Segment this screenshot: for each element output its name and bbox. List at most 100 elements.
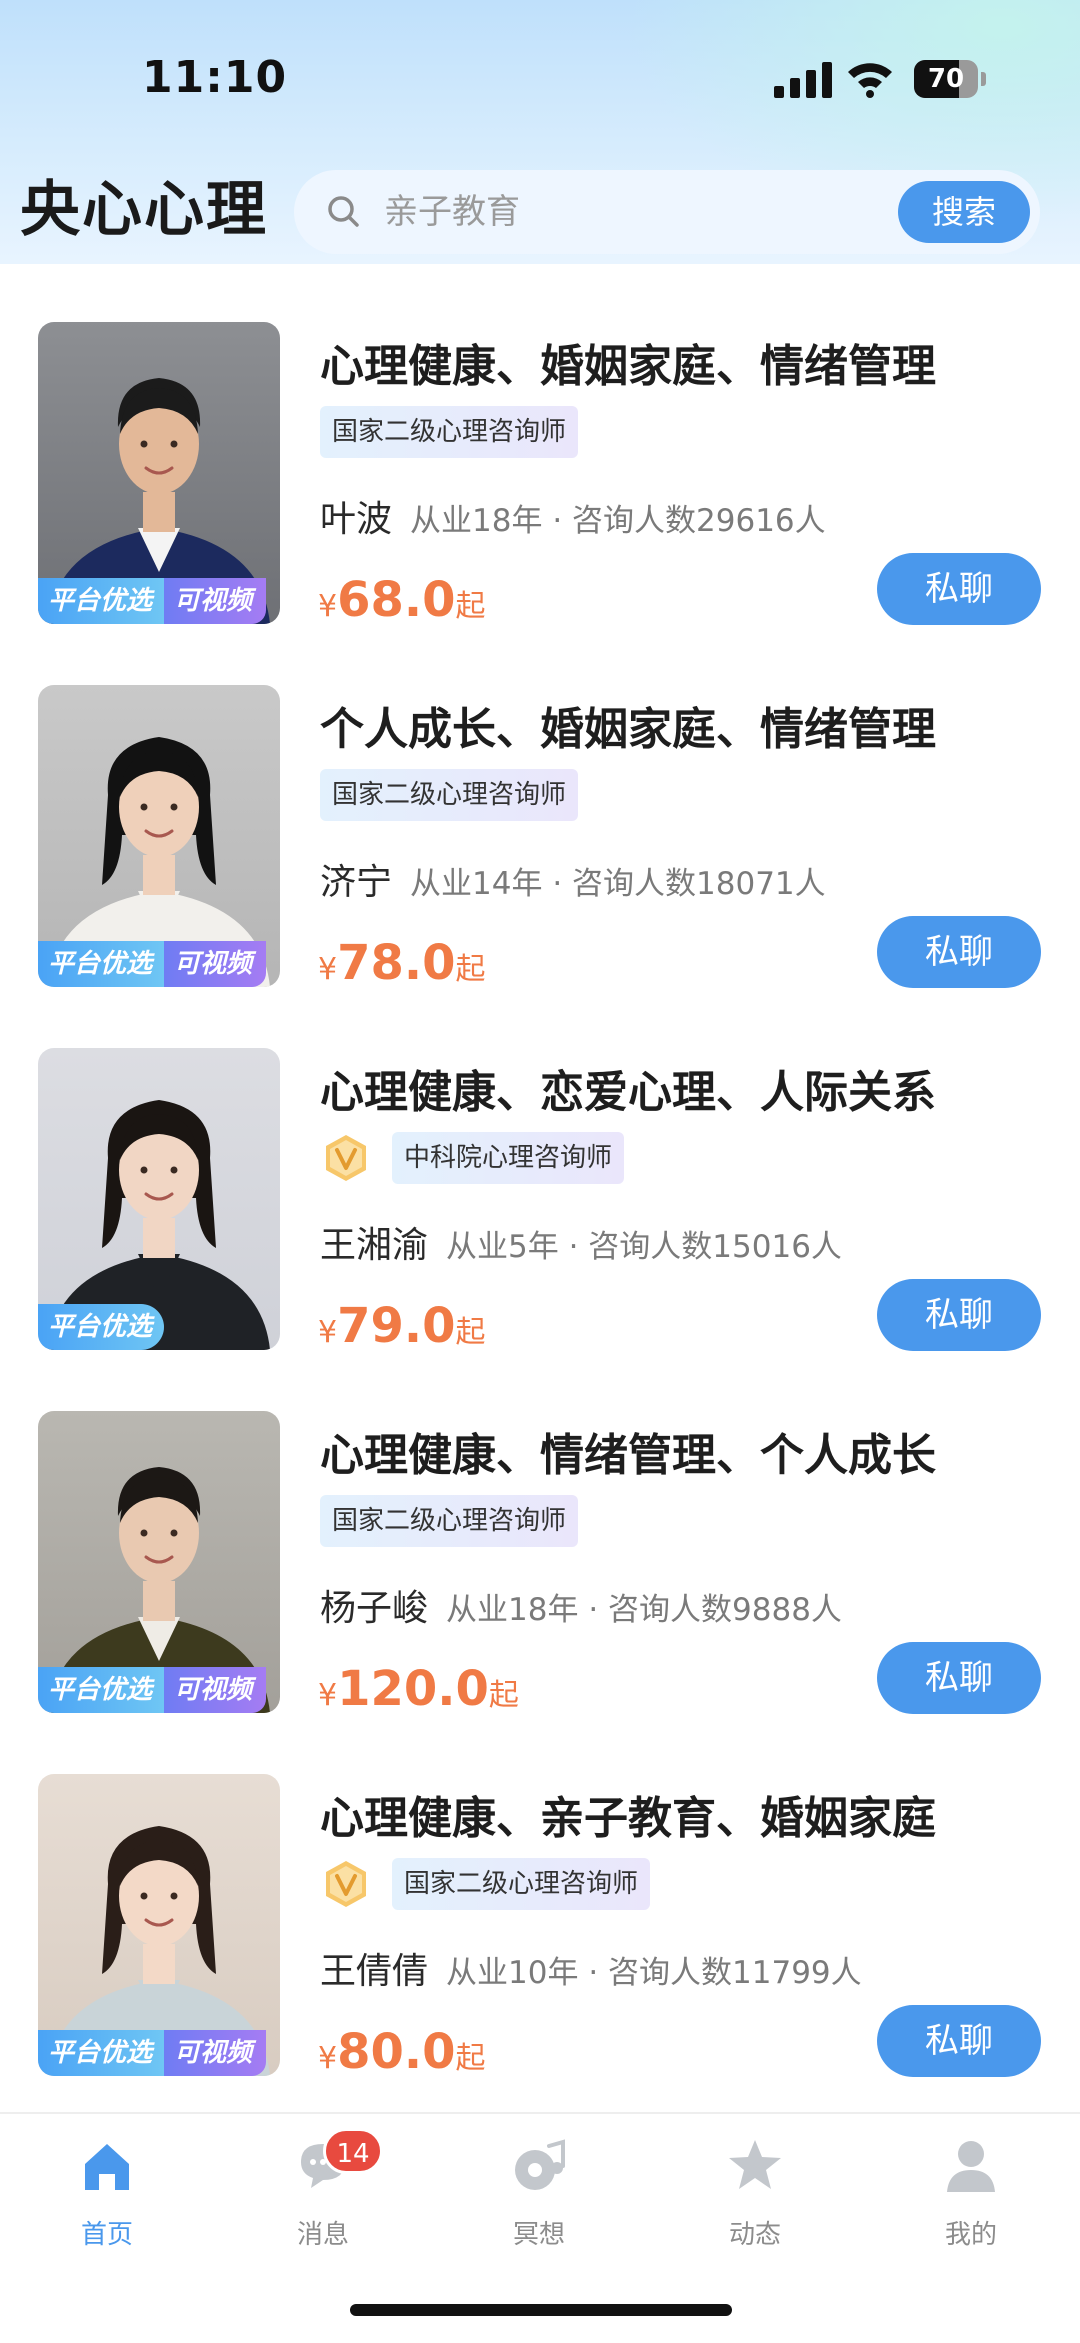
- consultant-specialties: 心理健康、亲子教育、婚姻家庭: [320, 1793, 936, 1844]
- private-chat-button[interactable]: 私聊: [877, 1642, 1041, 1714]
- consultant-experience: 从业10年 · 咨询人数11799人: [446, 1955, 862, 1991]
- consultant-photo[interactable]: 平台优选 可视频: [38, 685, 280, 987]
- price-suffix: 起: [455, 952, 486, 987]
- certificate-row: 国家二级心理咨询师: [320, 1495, 579, 1547]
- cellular-signal-icon: [774, 62, 832, 98]
- consultant-photo[interactable]: 平台优选 可视频: [38, 1411, 280, 1713]
- consultant-info: 王倩倩 从业10年 · 咨询人数11799人: [320, 1942, 862, 1992]
- video-available-badge: 可视频: [164, 1667, 267, 1713]
- video-available-badge: 可视频: [164, 578, 267, 624]
- search-bar[interactable]: 搜索: [294, 170, 1040, 254]
- consultant-photo[interactable]: 平台优选 可视频: [38, 1774, 280, 2076]
- consultant-experience: 从业5年 · 咨询人数15016人: [446, 1229, 842, 1265]
- profile-icon: [941, 2136, 1001, 2196]
- platform-pick-badge: 平台优选: [38, 2030, 165, 2076]
- certificate-row: 国家二级心理咨询师: [320, 1858, 651, 1910]
- consultant-price: ¥ 120.0 起: [318, 1661, 519, 1717]
- certificate-tag: 国家二级心理咨询师: [392, 1858, 651, 1910]
- consultant-card[interactable]: 平台优选 可视频 心理健康、情绪管理、个人成长 国家二级心理咨询师 杨子峻 从业1…: [0, 1353, 1080, 1717]
- consultant-name: 叶波: [320, 499, 393, 540]
- price-value: 79.0: [337, 1298, 456, 1354]
- certificate-tag: 中科院心理咨询师: [392, 1132, 625, 1184]
- consultant-info: 济宁 从业14年 · 咨询人数18071人: [320, 853, 826, 903]
- currency-symbol: ¥: [318, 1678, 338, 1713]
- consultant-card[interactable]: 平台优选 可视频 心理健康、亲子教育、婚姻家庭 国家二级心理咨询师 王倩倩 从业1…: [0, 1716, 1080, 2080]
- consultant-price: ¥ 78.0 起: [318, 935, 486, 991]
- consultant-info: 王湘渝 从业5年 · 咨询人数15016人: [320, 1216, 842, 1266]
- consultant-specialties: 心理健康、情绪管理、个人成长: [320, 1430, 936, 1481]
- meditation-icon: [509, 2136, 569, 2196]
- battery-percent: 70: [927, 64, 965, 94]
- verified-v-icon: [326, 1135, 366, 1181]
- status-time: 11:10: [142, 52, 288, 103]
- consultant-specialties: 心理健康、婚姻家庭、情绪管理: [320, 341, 936, 392]
- search-input[interactable]: [384, 170, 864, 254]
- consultant-name: 杨子峻: [320, 1588, 429, 1629]
- consultant-card[interactable]: 平台优选 心理健康、恋爱心理、人际关系 中科院心理咨询师 王湘渝 从业5年 · …: [0, 990, 1080, 1354]
- verified-v-icon: [326, 1861, 366, 1907]
- private-chat-button[interactable]: 私聊: [877, 553, 1041, 625]
- consultant-specialties: 个人成长、婚姻家庭、情绪管理: [320, 704, 936, 755]
- photo-badges: 平台优选 可视频: [38, 578, 267, 624]
- consultant-experience: 从业14年 · 咨询人数18071人: [410, 866, 826, 902]
- private-chat-button[interactable]: 私聊: [877, 916, 1041, 988]
- private-chat-button[interactable]: 私聊: [877, 1279, 1041, 1351]
- photo-badges: 平台优选 可视频: [38, 941, 267, 987]
- consultant-name: 济宁: [320, 862, 393, 903]
- tab-label: 我的: [944, 2220, 997, 2250]
- search-button[interactable]: 搜索: [898, 181, 1030, 243]
- consultant-name: 王倩倩: [320, 1951, 429, 1992]
- consultant-experience: 从业18年 · 咨询人数9888人: [446, 1592, 842, 1628]
- battery-indicator: 70: [914, 60, 986, 98]
- header: 11:10 70 央心心理 搜索: [0, 0, 1080, 264]
- price-suffix: 起: [455, 1315, 486, 1350]
- app-title: 央心心理: [20, 175, 268, 245]
- unread-count-badge: 14: [323, 2128, 383, 2174]
- consultant-price: ¥ 68.0 起: [318, 572, 486, 628]
- tab-label: 动态: [728, 2220, 781, 2250]
- search-icon: [328, 196, 359, 227]
- home-indicator: [350, 2304, 732, 2316]
- consultant-price: ¥ 80.0 起: [318, 2024, 486, 2080]
- platform-pick-badge: 平台优选: [38, 941, 165, 987]
- price-value: 120.0: [337, 1661, 489, 1717]
- consultant-photo[interactable]: 平台优选 可视频: [38, 322, 280, 624]
- consultant-info: 叶波 从业18年 · 咨询人数29616人: [320, 490, 826, 540]
- tab-messages[interactable]: 14 消息: [253, 2128, 393, 2266]
- platform-pick-badge: 平台优选: [38, 578, 165, 624]
- consultant-list: 平台优选 可视频 心理健康、婚姻家庭、情绪管理 国家二级心理咨询师 叶波 从业18…: [0, 264, 1080, 2112]
- price-suffix: 起: [455, 2041, 486, 2076]
- tab-meditation[interactable]: 冥想: [469, 2136, 609, 2266]
- certificate-row: 国家二级心理咨询师: [320, 769, 579, 821]
- consultant-card[interactable]: 平台优选 可视频 心理健康、婚姻家庭、情绪管理 国家二级心理咨询师 叶波 从业18…: [0, 264, 1080, 628]
- currency-symbol: ¥: [318, 1315, 338, 1350]
- price-value: 78.0: [337, 935, 456, 991]
- price-suffix: 起: [455, 589, 486, 624]
- platform-pick-badge: 平台优选: [38, 1304, 165, 1350]
- tab-label: 首页: [80, 2220, 133, 2250]
- tab-home[interactable]: 首页: [37, 2136, 177, 2266]
- price-value: 68.0: [337, 572, 456, 628]
- photo-badges: 平台优选 可视频: [38, 2030, 267, 2076]
- consultant-info: 杨子峻 从业18年 · 咨询人数9888人: [320, 1579, 842, 1629]
- consultant-experience: 从业18年 · 咨询人数29616人: [410, 503, 826, 539]
- certificate-row: 中科院心理咨询师: [320, 1132, 625, 1184]
- tab-mine[interactable]: 我的: [901, 2136, 1041, 2266]
- certificate-tag: 国家二级心理咨询师: [320, 1495, 579, 1547]
- currency-symbol: ¥: [318, 589, 338, 624]
- tab-moments[interactable]: 动态: [685, 2136, 825, 2266]
- certificate-row: 国家二级心理咨询师: [320, 406, 579, 458]
- platform-pick-badge: 平台优选: [38, 1667, 165, 1713]
- video-available-badge: 可视频: [164, 941, 267, 987]
- private-chat-button[interactable]: 私聊: [877, 2005, 1041, 2077]
- currency-symbol: ¥: [318, 2041, 338, 2076]
- consultant-card[interactable]: 平台优选 可视频 个人成长、婚姻家庭、情绪管理 国家二级心理咨询师 济宁 从业14…: [0, 627, 1080, 991]
- consultant-price: ¥ 79.0 起: [318, 1298, 486, 1354]
- consultant-photo[interactable]: 平台优选: [38, 1048, 280, 1350]
- photo-badges: 平台优选 可视频: [38, 1667, 267, 1713]
- home-icon: [77, 2136, 137, 2196]
- certificate-tag: 国家二级心理咨询师: [320, 406, 579, 458]
- tab-label: 消息: [296, 2220, 349, 2250]
- consultant-name: 王湘渝: [320, 1225, 429, 1266]
- video-available-badge: 可视频: [164, 2030, 267, 2076]
